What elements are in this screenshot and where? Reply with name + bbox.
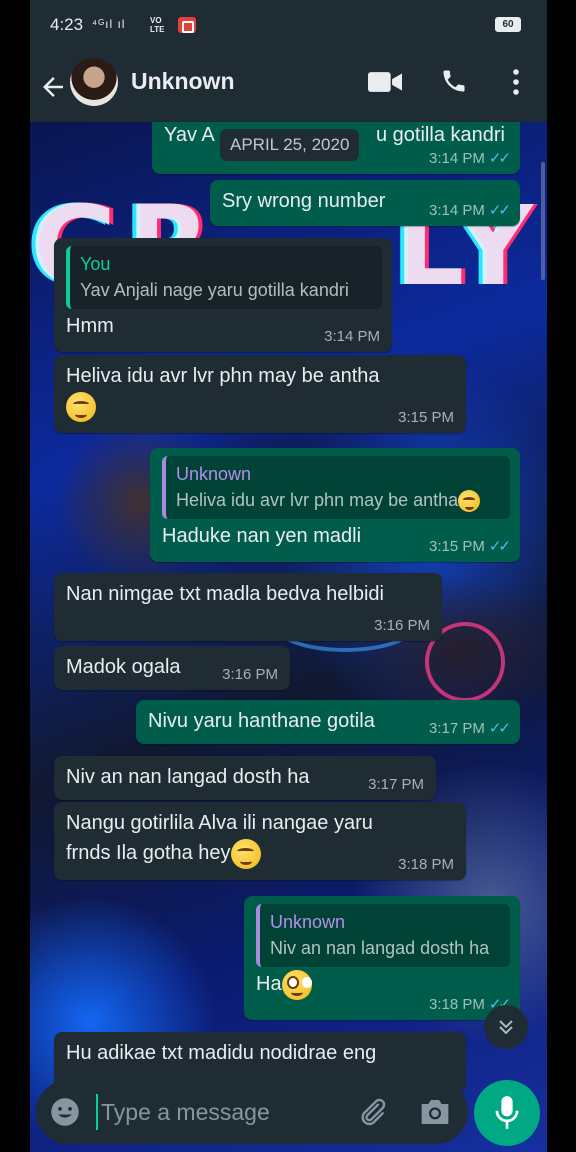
phone-icon[interactable] — [440, 67, 468, 95]
battery-icon: 60 — [495, 17, 521, 32]
message-composer — [36, 1080, 468, 1144]
message-bubble-incoming[interactable]: Madok ogala 3:16 PM — [54, 646, 290, 690]
attach-icon[interactable] — [356, 1096, 388, 1128]
smirk-emoji-icon — [458, 490, 481, 513]
quote-text: Heliva idu avr lvr phn may be antha — [176, 487, 500, 513]
voice-record-button[interactable] — [474, 1080, 540, 1146]
unamused-emoji-icon — [230, 838, 261, 869]
quote-text: Niv an nan langad dosth ha — [270, 938, 490, 958]
message-text: Niv an nan langad dosth ha — [66, 766, 310, 788]
message-time: 3:15 PM — [398, 409, 454, 426]
message-time: 3:18 PM — [398, 856, 454, 873]
scrollbar[interactable] — [541, 162, 545, 280]
read-ticks-icon: ✓✓ — [488, 538, 511, 555]
message-time: 3:16 PM — [374, 617, 430, 634]
message-input[interactable] — [96, 1094, 346, 1130]
volte-badge: VO LTE — [150, 16, 165, 34]
message-text: Nan nimgae txt madla bedva helbidi — [66, 583, 384, 605]
message-time: 3:14 PM ✓✓ — [428, 202, 511, 219]
message-time: 3:17 PM ✓✓ — [428, 720, 511, 737]
message-bubble-outgoing[interactable]: Unknown Heliva idu avr lvr phn may be an… — [150, 448, 520, 562]
message-bubble-incoming[interactable]: Nangu gotirlila Alva ili nangae yaru frn… — [54, 802, 466, 880]
phone-screen: 4:23 ⁴ᴳıl ıl VO LTE 60 Unknown GR LY — [30, 0, 547, 1152]
message-time: 3:15 PM ✓✓ — [428, 538, 511, 555]
quote-author: Unknown — [176, 464, 252, 484]
read-ticks-icon: ✓✓ — [488, 150, 511, 167]
quote-text: Yav Anjali nage yaru gotilla kandri — [80, 280, 349, 300]
message-text: frnds Ila gotha hey — [66, 842, 231, 864]
quote-author: You — [80, 254, 111, 274]
more-vert-icon[interactable] — [506, 67, 526, 97]
message-bubble-outgoing[interactable]: Sry wrong number 3:14 PM ✓✓ — [210, 180, 520, 226]
signal-icon: ⁴ᴳıl ıl — [92, 17, 126, 31]
status-bar: 4:23 ⁴ᴳıl ıl VO LTE 60 — [30, 0, 547, 52]
chat-area[interactable]: GR LY Yav A u gotilla kandri 3:14 PM✓✓ A… — [30, 122, 547, 1152]
message-text: Ha — [256, 973, 282, 995]
message-text: Heliva idu avr lvr phn may be antha — [66, 365, 380, 387]
quoted-message[interactable]: You Yav Anjali nage yaru gotilla kandri — [66, 246, 382, 309]
date-chip: APRIL 25, 2020 — [220, 129, 360, 161]
quoted-message[interactable]: Unknown Heliva idu avr lvr phn may be an… — [162, 456, 510, 519]
double-chevron-down-icon — [499, 1020, 513, 1035]
message-text: Madok ogala — [66, 656, 181, 678]
message-text: Sry wrong number — [222, 190, 386, 212]
message-bubble-incoming[interactable]: You Yav Anjali nage yaru gotilla kandri … — [54, 238, 392, 352]
message-text: Nivu yaru hanthane gotila — [148, 710, 375, 732]
smirk-emoji-icon — [66, 391, 96, 422]
status-time: 4:23 — [50, 15, 84, 34]
message-text: Hmm — [66, 315, 114, 337]
message-bubble-incoming[interactable]: Niv an nan langad dosth ha 3:17 PM — [54, 756, 436, 800]
emoji-icon[interactable] — [50, 1097, 80, 1127]
message-text: Haduke nan yen madli — [162, 525, 362, 547]
message-text: Nangu gotirlila Alva ili nangae yaru — [66, 812, 373, 834]
message-text: u gotilla kandri — [376, 124, 505, 146]
message-time: 3:14 PM ✓✓ — [428, 150, 511, 167]
read-ticks-icon: ✓✓ — [488, 720, 511, 737]
quoted-message[interactable]: Unknown Niv an nan langad dosth ha — [256, 904, 510, 967]
message-text: Yav A — [164, 124, 215, 146]
message-time: 3:17 PM — [368, 776, 424, 793]
quote-author: Unknown — [270, 912, 346, 932]
chat-header: Unknown — [30, 52, 547, 122]
message-text: Hu adikae txt madidu nodidrae eng — [66, 1042, 377, 1064]
camera-icon[interactable] — [419, 1098, 451, 1126]
scroll-to-bottom-button[interactable] — [484, 1005, 528, 1049]
message-bubble-outgoing[interactable]: Nivu yaru hanthane gotila 3:17 PM ✓✓ — [136, 700, 520, 744]
mic-icon — [495, 1096, 519, 1129]
message-bubble-incoming[interactable]: Nan nimgae txt madla bedva helbidi 3:16 … — [54, 573, 442, 641]
message-bubble-incoming[interactable]: Heliva idu avr lvr phn may be antha 3:15… — [54, 355, 466, 433]
eye-roll-emoji-icon — [281, 969, 312, 1000]
message-bubble-outgoing[interactable]: Unknown Niv an nan langad dosth ha Ha 3:… — [244, 896, 520, 1020]
message-time: 3:16 PM — [222, 666, 278, 683]
back-arrow-icon[interactable] — [38, 72, 68, 102]
read-ticks-icon: ✓✓ — [488, 202, 511, 219]
avatar[interactable] — [70, 58, 118, 106]
contact-name[interactable]: Unknown — [131, 68, 235, 95]
video-call-icon[interactable] — [368, 70, 402, 94]
message-time: 3:14 PM — [324, 328, 380, 345]
screen-record-icon — [178, 17, 196, 33]
